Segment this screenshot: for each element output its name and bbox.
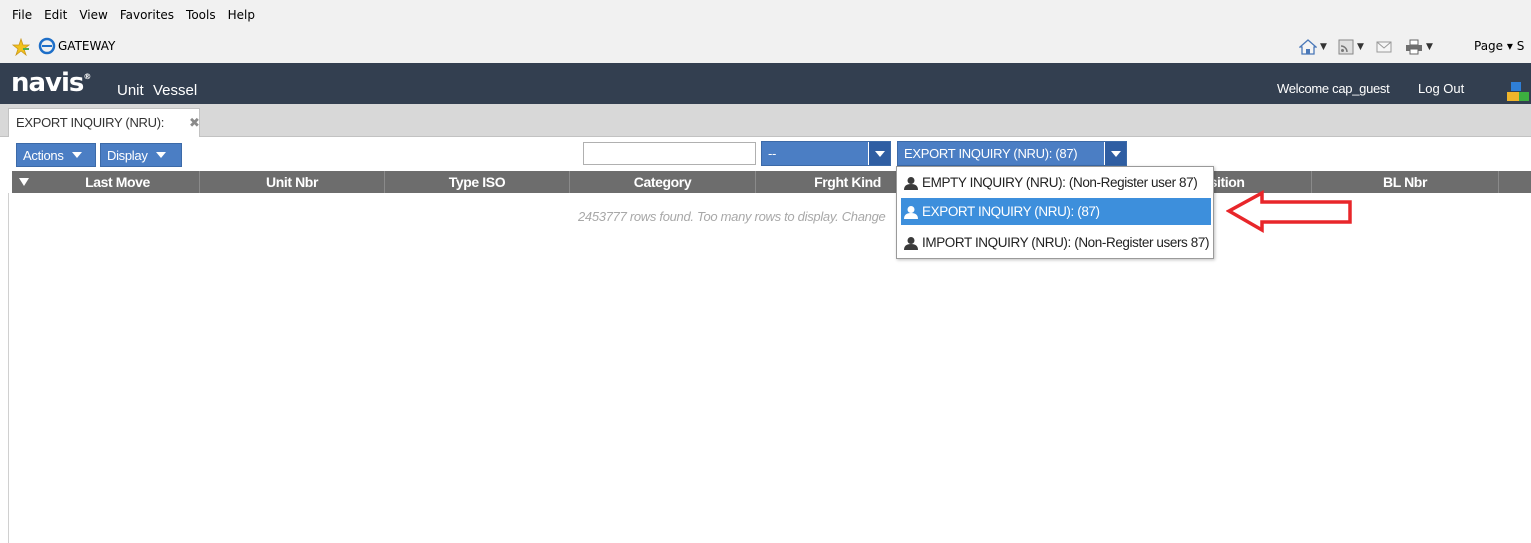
- chevron-down-icon: [874, 150, 885, 157]
- user-icon: [904, 236, 918, 250]
- triangle-down-icon: [19, 178, 29, 186]
- dropdown-item-label: IMPORT INQUIRY (NRU): (Non-Register user…: [922, 235, 1210, 250]
- ie-page-icon: [38, 37, 56, 55]
- navis-logo: navis®: [11, 68, 91, 98]
- browser-menubar: File Edit View Favorites Tools Help: [0, 0, 1531, 30]
- mail-icon: [1376, 41, 1392, 53]
- chevron-down-icon: [155, 152, 166, 158]
- filter-select-value: --: [768, 146, 777, 161]
- inquiry-dropdown-list: EMPTY INQUIRY (NRU): (Non-Register user …: [896, 166, 1214, 259]
- logout-link[interactable]: Log Out: [1418, 81, 1464, 96]
- menu-favorites[interactable]: Favorites: [120, 8, 174, 22]
- tab-close-icon[interactable]: ✖: [189, 115, 200, 131]
- col-unit-nbr[interactable]: Unit Nbr: [200, 171, 385, 193]
- printer-icon: [1406, 39, 1422, 55]
- dropdown-item-import-inquiry[interactable]: IMPORT INQUIRY (NRU): (Non-Register user…: [901, 229, 1211, 256]
- actions-label: Actions: [23, 147, 64, 163]
- column-menu-toggle[interactable]: [12, 171, 36, 193]
- menu-tools[interactable]: Tools: [186, 8, 216, 22]
- welcome-text: Welcome cap_guest: [1277, 81, 1390, 96]
- feeds-button[interactable]: ▼: [1338, 38, 1364, 56]
- inquiry-select[interactable]: EXPORT INQUIRY (NRU): (87): [897, 141, 1127, 166]
- dropdown-item-label: EXPORT INQUIRY (NRU): (87): [922, 204, 1100, 219]
- actions-button[interactable]: Actions: [16, 143, 96, 167]
- favorites-star-icon[interactable]: [12, 38, 30, 56]
- inquiry-select-value: EXPORT INQUIRY (NRU): (87): [904, 146, 1078, 161]
- grid-left-border: [8, 193, 9, 543]
- page-menu[interactable]: Page ▾ S: [1474, 39, 1524, 53]
- menu-view[interactable]: View: [79, 8, 107, 22]
- search-input[interactable]: [583, 142, 756, 165]
- col-type-iso[interactable]: Type ISO: [385, 171, 570, 193]
- user-icon: [904, 176, 918, 190]
- col-last-move[interactable]: Last Move: [36, 171, 200, 193]
- tab-label: EXPORT INQUIRY (NRU):: [16, 115, 165, 130]
- browser-tab-title[interactable]: GATEWAY: [58, 39, 115, 53]
- rss-feed-icon: [1338, 39, 1354, 55]
- display-button[interactable]: Display: [100, 143, 182, 167]
- display-label: Display: [107, 147, 148, 163]
- chevron-down-icon: [1110, 150, 1121, 157]
- tab-strip: EXPORT INQUIRY (NRU): ✖: [0, 104, 1531, 137]
- home-icon: [1299, 39, 1317, 55]
- col-category[interactable]: Category: [570, 171, 756, 193]
- nav-vessel[interactable]: Vessel: [153, 82, 197, 99]
- filter-select[interactable]: --: [761, 141, 891, 166]
- dropdown-item-export-inquiry[interactable]: EXPORT INQUIRY (NRU): (87): [901, 198, 1211, 225]
- menu-help[interactable]: Help: [228, 8, 255, 22]
- chevron-down-icon: [71, 152, 82, 158]
- mail-button[interactable]: [1376, 38, 1392, 56]
- home-button[interactable]: ▼: [1299, 38, 1327, 56]
- browser-command-bar: GATEWAY ▼ ▼ ▼ Page ▾ S: [0, 30, 1531, 63]
- rows-found-message: 2453777 rows found. Too many rows to dis…: [578, 209, 886, 224]
- app-header: navis® Unit Vessel Welcome cap_guest Log…: [0, 63, 1531, 104]
- red-arrow-annotation: [1226, 190, 1352, 234]
- col-extra[interactable]: [1499, 171, 1531, 193]
- print-button[interactable]: ▼: [1405, 38, 1433, 56]
- user-icon: [904, 205, 918, 219]
- menu-edit[interactable]: Edit: [44, 8, 67, 22]
- nav-unit[interactable]: Unit: [117, 82, 144, 99]
- user-icon[interactable]: [1505, 80, 1529, 102]
- tab-export-inquiry[interactable]: EXPORT INQUIRY (NRU): ✖: [8, 108, 200, 137]
- filter-dropdown-button[interactable]: [868, 142, 890, 165]
- dropdown-item-empty-inquiry[interactable]: EMPTY INQUIRY (NRU): (Non-Register user …: [901, 169, 1211, 196]
- dropdown-item-label: EMPTY INQUIRY (NRU): (Non-Register user …: [922, 175, 1198, 190]
- menu-file[interactable]: File: [12, 8, 32, 22]
- inquiry-dropdown-button[interactable]: [1104, 142, 1126, 165]
